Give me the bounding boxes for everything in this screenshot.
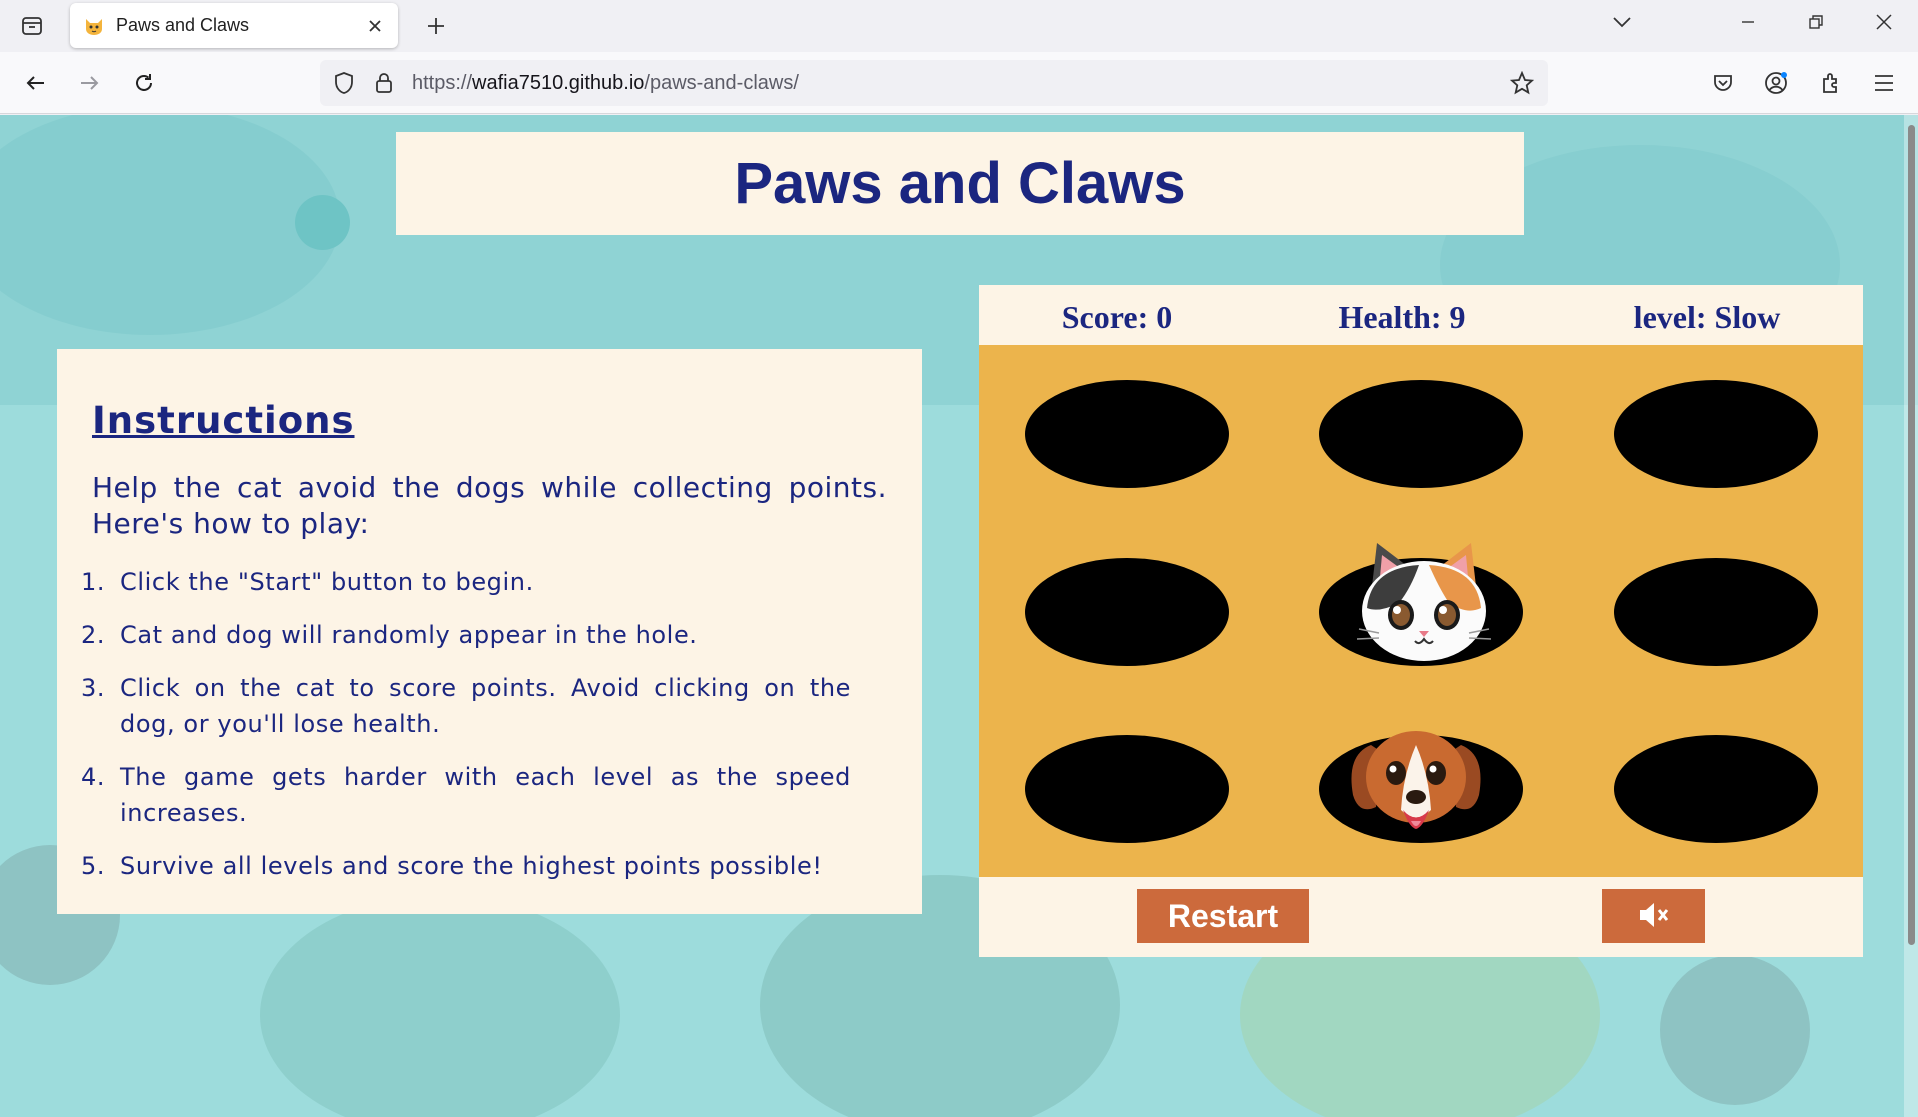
browser-tab[interactable]: Paws and Claws bbox=[70, 3, 398, 48]
scrollbar-thumb[interactable] bbox=[1908, 125, 1915, 945]
shield-icon[interactable] bbox=[328, 67, 360, 99]
close-tab-icon[interactable] bbox=[360, 11, 390, 41]
hole-6[interactable] bbox=[1614, 558, 1818, 666]
instructions-panel: Instructions Help the cat avoid the dogs… bbox=[57, 349, 922, 914]
health-display: Health: 9 bbox=[1338, 299, 1466, 335]
level-display: level: Slow bbox=[1633, 299, 1781, 335]
speaker-muted-icon bbox=[1637, 901, 1671, 932]
instruction-step: 3. Click on the cat to score points. Avoi… bbox=[81, 674, 851, 738]
mute-button[interactable] bbox=[1602, 889, 1705, 943]
hole-2[interactable] bbox=[1319, 380, 1523, 488]
instructions-list: 1. Click the "Start" button to begin. 2. C… bbox=[81, 564, 887, 884]
instructions-heading: Instructions bbox=[92, 399, 355, 442]
instruction-step: 5. Survive all levels and score the highe… bbox=[81, 852, 823, 880]
page-scrollbar[interactable] bbox=[1904, 115, 1918, 1117]
minimize-icon[interactable] bbox=[1714, 0, 1782, 44]
restart-button[interactable]: Restart bbox=[1137, 889, 1309, 943]
restore-window-icon[interactable] bbox=[1782, 0, 1850, 44]
game-page: Paws and Claws Instructions Help the cat… bbox=[0, 115, 1918, 1117]
hole-1[interactable] bbox=[1025, 380, 1229, 488]
background-shape bbox=[260, 895, 620, 1117]
hole-4[interactable] bbox=[1025, 558, 1229, 666]
back-arrow-icon[interactable] bbox=[16, 63, 56, 103]
background-shape bbox=[295, 195, 350, 250]
reload-icon[interactable] bbox=[124, 63, 164, 103]
url-text[interactable]: https://wafia7510.github.io/paws-and-cla… bbox=[412, 72, 799, 95]
game-controls: Restart bbox=[979, 877, 1863, 957]
hole-9[interactable] bbox=[1614, 735, 1818, 843]
forward-arrow-icon[interactable] bbox=[69, 63, 109, 103]
bookmark-star-icon[interactable] bbox=[1506, 67, 1538, 99]
address-bar[interactable]: https://wafia7510.github.io/paws-and-cla… bbox=[320, 60, 1548, 106]
tab-list-icon[interactable] bbox=[14, 8, 50, 44]
title-banner: Paws and Claws bbox=[396, 132, 1524, 235]
game-panel: Score: 0 Health: 9 level: Slow Restart bbox=[979, 285, 1863, 957]
browser-nav-bar: https://wafia7510.github.io/paws-and-cla… bbox=[0, 52, 1918, 114]
page-title: Paws and Claws bbox=[734, 151, 1186, 216]
menu-hamburger-icon[interactable] bbox=[1864, 63, 1904, 103]
lock-icon[interactable] bbox=[368, 67, 400, 99]
game-board bbox=[979, 345, 1863, 877]
stats-bar: Score: 0 Health: 9 level: Slow bbox=[979, 285, 1863, 345]
instructions-intro: Help the cat avoid the dogs while collec… bbox=[92, 471, 887, 540]
score-display: Score: 0 bbox=[1061, 299, 1173, 335]
account-icon[interactable] bbox=[1756, 63, 1796, 103]
pocket-icon[interactable] bbox=[1703, 63, 1743, 103]
hole-3[interactable] bbox=[1614, 380, 1818, 488]
new-tab-icon[interactable] bbox=[418, 8, 454, 44]
yarn-ball-shape bbox=[1660, 955, 1810, 1105]
list-all-tabs-icon[interactable] bbox=[1588, 0, 1656, 44]
browser-tab-bar: Paws and Claws bbox=[0, 0, 1918, 52]
hole-7[interactable] bbox=[1025, 735, 1229, 843]
instruction-step: 4. The game gets harder with each level a… bbox=[81, 763, 851, 827]
cat-character[interactable] bbox=[1349, 533, 1499, 667]
dog-character[interactable] bbox=[1341, 715, 1491, 849]
cat-face-icon bbox=[82, 14, 106, 38]
close-window-icon[interactable] bbox=[1850, 0, 1918, 44]
extensions-puzzle-icon[interactable] bbox=[1811, 63, 1851, 103]
instruction-step: 2. Cat and dog will randomly appear in th… bbox=[81, 621, 698, 649]
tab-title: Paws and Claws bbox=[116, 15, 250, 35]
instruction-step: 1. Click the "Start" button to begin. bbox=[81, 568, 534, 596]
